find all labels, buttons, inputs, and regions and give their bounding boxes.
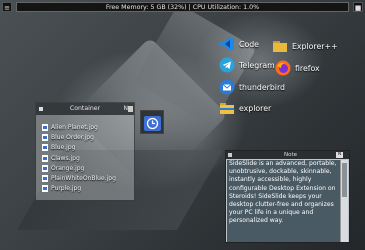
list-item[interactable]: Blue Order.jpg [42, 132, 134, 142]
vscode-icon [220, 37, 234, 51]
container-header: Container N [36, 103, 134, 115]
note-header: Note N [226, 151, 349, 159]
container-panel: Container N Alien Planet.jpg Blue Order.… [35, 102, 135, 201]
telegram-icon [219, 57, 235, 73]
file-name: Claws.jpg [51, 154, 80, 162]
desktop-icon-code[interactable]: Code [219, 36, 259, 52]
image-file-icon [42, 154, 48, 162]
list-item[interactable]: Purple.jpg [42, 184, 134, 194]
desktop-icon-explorer[interactable]: explorer [219, 100, 271, 116]
folder-icon [273, 41, 287, 52]
list-item[interactable]: Claws.jpg [42, 153, 134, 163]
desktop-icon-explorer-plus[interactable]: Explorer++ [272, 38, 338, 54]
desktop-icon-label: explorer [239, 103, 272, 113]
file-name: Alien Planet.jpg [51, 123, 98, 131]
list-item[interactable]: Alien Planet.jpg [42, 122, 134, 132]
clock-icon [144, 116, 161, 131]
note-title: Note [284, 152, 298, 158]
desktop-icon-label: Code [239, 39, 259, 49]
image-file-icon [42, 185, 48, 193]
image-file-icon [42, 123, 48, 131]
scrollbar-thumb[interactable] [342, 163, 347, 197]
desktop-icon-thunderbird[interactable]: thunderbird [219, 79, 285, 95]
pin-icon[interactable] [228, 153, 232, 157]
note-text[interactable]: SideSlide is an advanced, portable, unob… [227, 160, 342, 242]
desktop-icon-label: firefox [295, 63, 320, 73]
container-title: Container [69, 105, 101, 112]
window-button[interactable]: ■ [353, 2, 363, 12]
folder-icon [220, 103, 234, 114]
file-name: Blue Order.jpg [51, 133, 94, 141]
top-status-bar: ≡ Free Memory: 5 GB (32%) | CPU Utilizat… [0, 0, 365, 14]
image-file-icon [42, 164, 48, 172]
desktop-icon-label: Explorer++ [292, 41, 338, 51]
menu-button[interactable]: ≡ [2, 2, 12, 12]
file-name: Orange.jpg [51, 164, 85, 172]
desktop-icon-label: Telegram [239, 60, 275, 70]
clock-widget[interactable] [140, 110, 164, 134]
note-menu-button[interactable]: N [336, 152, 343, 158]
thunderbird-icon [219, 79, 235, 95]
list-item[interactable]: Blue.jpg [42, 143, 134, 153]
pin-icon[interactable] [39, 107, 43, 111]
file-name: Blue.jpg [51, 144, 76, 152]
file-name: Purple.jpg [51, 185, 82, 193]
menu-icon[interactable] [128, 106, 133, 112]
image-file-icon [42, 175, 48, 183]
desktop-icon-label: thunderbird [239, 82, 285, 92]
file-name: PlainWhiteOnBlue.jpg [51, 175, 116, 183]
firefox-icon [275, 60, 291, 76]
file-list: Alien Planet.jpg Blue Order.jpg Blue.jpg… [42, 122, 134, 194]
note-widget: Note N SideSlide is an advanced, portabl… [225, 150, 350, 243]
image-file-icon [42, 144, 48, 152]
image-file-icon [42, 133, 48, 141]
desktop-icon-firefox[interactable]: firefox [275, 60, 320, 76]
note-scrollbar[interactable] [340, 160, 348, 242]
desktop-icon-telegram[interactable]: Telegram [219, 57, 275, 73]
system-status-text: Free Memory: 5 GB (32%) | CPU Utilizatio… [16, 2, 349, 12]
list-item[interactable]: Orange.jpg [42, 163, 134, 173]
list-item[interactable]: PlainWhiteOnBlue.jpg [42, 173, 134, 183]
